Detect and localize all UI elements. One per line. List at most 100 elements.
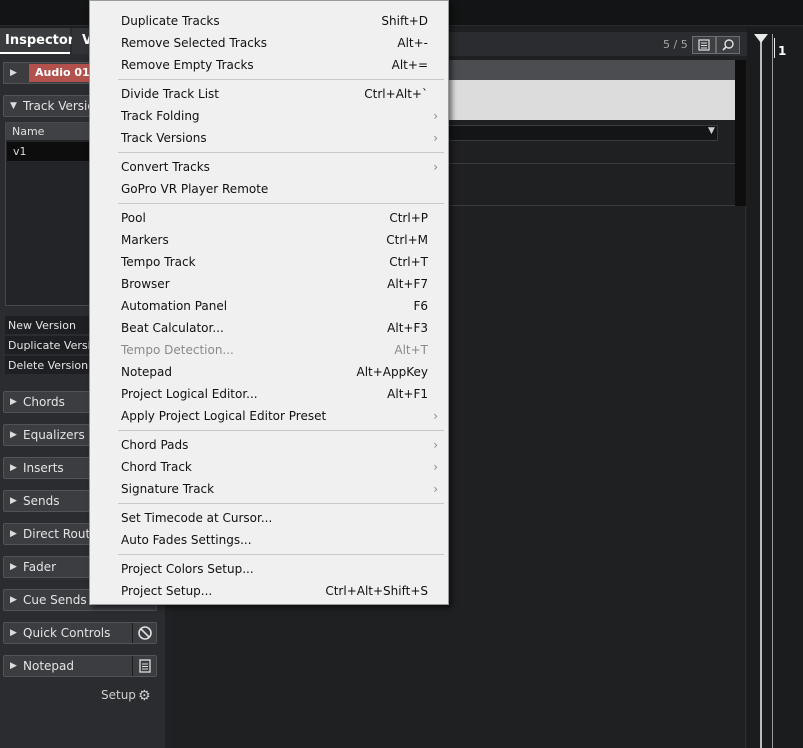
menu-item-shortcut: Ctrl+M [386,233,428,247]
triangle-right-icon: ▶ [10,529,17,539]
section-notepad[interactable]: ▶ Notepad [3,655,157,677]
menu-item-convert-tracks[interactable]: Convert Tracks › [90,156,448,178]
chevron-right-icon: › [433,131,438,145]
menu-item-beat-calculator[interactable]: Beat Calculator... Alt+F3 [90,317,448,339]
setup-label[interactable]: Setup [101,688,136,702]
quick-controls-bypass-icon[interactable] [132,623,156,643]
menu-item-shortcut: Ctrl+P [389,211,428,225]
triangle-right-icon: ▶ [10,628,17,638]
menu-item-label: Project Colors Setup... [121,562,254,576]
menu-item-signature-track[interactable]: Signature Track › [90,478,448,500]
menu-item-duplicate-tracks[interactable]: Duplicate Tracks Shift+D [90,10,448,32]
menu-item-apply-project-logical-editor-preset[interactable]: Apply Project Logical Editor Preset › [90,405,448,427]
menu-item-shortcut: Alt+AppKey [356,365,428,379]
track-divider [448,163,745,164]
triangle-right-icon[interactable]: ▶ [10,63,17,83]
section-label: Chords [23,395,65,409]
menu-separator [118,554,444,555]
menu-item-shortcut: Alt+T [394,343,428,357]
track-list-edge [735,60,746,206]
menu-item-shortcut: Ctrl+T [389,255,428,269]
menu-item-label: Project Setup... [121,584,213,598]
menu-item-project-setup[interactable]: Project Setup... Ctrl+Alt+Shift+S [90,580,448,602]
menu-item-label: Beat Calculator... [121,321,224,335]
menu-item-track-versions[interactable]: Track Versions › [90,127,448,149]
menu-item-project-logical-editor[interactable]: Project Logical Editor... Alt+F1 [90,383,448,405]
menu-item-label: GoPro VR Player Remote [121,182,269,196]
chevron-right-icon: › [433,438,438,452]
menu-item-remove-empty-tracks[interactable]: Remove Empty Tracks Alt+= [90,54,448,76]
triangle-right-icon: ▶ [10,430,17,440]
menu-item-label: Remove Empty Tracks [121,58,254,72]
bar-number: 1 [778,44,787,58]
menu-item-tempo-track[interactable]: Tempo Track Ctrl+T [90,251,448,273]
menu-item-pool[interactable]: Pool Ctrl+P [90,207,448,229]
menu-item-label: Signature Track [121,482,215,496]
menu-separator [118,203,444,204]
menu-item-label: Tempo Track [121,255,196,269]
menu-item-shortcut: Alt+- [397,36,428,50]
menu-item-project-colors-setup[interactable]: Project Colors Setup... [90,558,448,580]
triangle-right-icon: ▶ [10,496,17,506]
ruler[interactable] [747,28,803,748]
menu-item-shortcut: Alt+F1 [387,387,428,401]
list-icon[interactable] [692,36,716,54]
menu-item-set-timecode-at-cursor[interactable]: Set Timecode at Cursor... [90,507,448,529]
menu-item-label: Set Timecode at Cursor... [121,511,273,525]
menu-item-label: Auto Fades Settings... [121,533,252,547]
track-count: 5 / 5 [663,38,688,51]
menu-item-divide-track-list[interactable]: Divide Track List Ctrl+Alt+` [90,83,448,105]
track-version-select[interactable] [448,125,718,141]
menu-item-label: Remove Selected Tracks [121,36,267,50]
cubase-window: Inspector V ▶ Audio 01 ▼ Track Versions … [0,0,803,748]
menu-item-shortcut: Ctrl+Alt+Shift+S [325,584,428,598]
section-label: Sends [23,494,60,508]
menu-item-track-folding[interactable]: Track Folding › [90,105,448,127]
menu-item-markers[interactable]: Markers Ctrl+M [90,229,448,251]
triangle-right-icon: ▶ [10,661,17,671]
menu-item-label: Tempo Detection... [121,343,234,357]
menu-item-chord-pads[interactable]: Chord Pads › [90,434,448,456]
section-quick-controls[interactable]: ▶ Quick Controls [3,622,157,644]
triangle-right-icon: ▶ [10,562,17,572]
menu-item-browser[interactable]: Browser Alt+F7 [90,273,448,295]
notepad-icon[interactable] [132,656,156,676]
section-label: Inserts [23,461,64,475]
menu-item-label: Divide Track List [121,87,220,101]
gear-icon[interactable]: ⚙ [138,688,151,704]
locator-line [772,34,773,748]
track-name-label[interactable]: Audio 01 [29,64,93,82]
menu-item-label: Project Logical Editor... [121,387,258,401]
triangle-right-icon: ▶ [10,595,17,605]
menu-item-notepad[interactable]: Notepad Alt+AppKey [90,361,448,383]
menu-separator [118,430,444,431]
chevron-right-icon: › [433,482,438,496]
menu-item-remove-selected-tracks[interactable]: Remove Selected Tracks Alt+- [90,32,448,54]
section-label: Equalizers [23,428,85,442]
section-label: Cue Sends [23,593,87,607]
project-menu: Duplicate Tracks Shift+D Remove Selected T… [89,0,449,605]
search-icon[interactable] [716,36,740,54]
menu-item-shortcut: Shift+D [381,14,428,28]
chevron-right-icon: › [433,109,438,123]
menu-item-label: Convert Tracks [121,160,210,174]
menu-item-automation-panel[interactable]: Automation Panel F6 [90,295,448,317]
section-label: Notepad [23,659,74,673]
menu-item-gopro-vr-player-remote[interactable]: GoPro VR Player Remote [90,178,448,200]
menu-item-label: Duplicate Tracks [121,14,220,28]
menu-item-auto-fades-settings[interactable]: Auto Fades Settings... [90,529,448,551]
track-header[interactable] [448,60,735,80]
track-header-selected[interactable] [448,80,735,120]
menu-item-label: Track Folding [121,109,200,123]
menu-item-chord-track[interactable]: Chord Track › [90,456,448,478]
menu-item-shortcut: Alt+F7 [387,277,428,291]
chevron-right-icon: › [433,409,438,423]
triangle-right-icon: ▶ [10,397,17,407]
chevron-right-icon: › [433,160,438,174]
menu-separator [118,503,444,504]
menu-item-label: Chord Track [121,460,192,474]
dropdown-arrow-icon[interactable]: ▼ [708,126,715,136]
triangle-down-icon: ▼ [10,101,17,111]
project-cursor-icon[interactable] [754,34,768,43]
tab-inspector[interactable]: Inspector [0,28,74,54]
